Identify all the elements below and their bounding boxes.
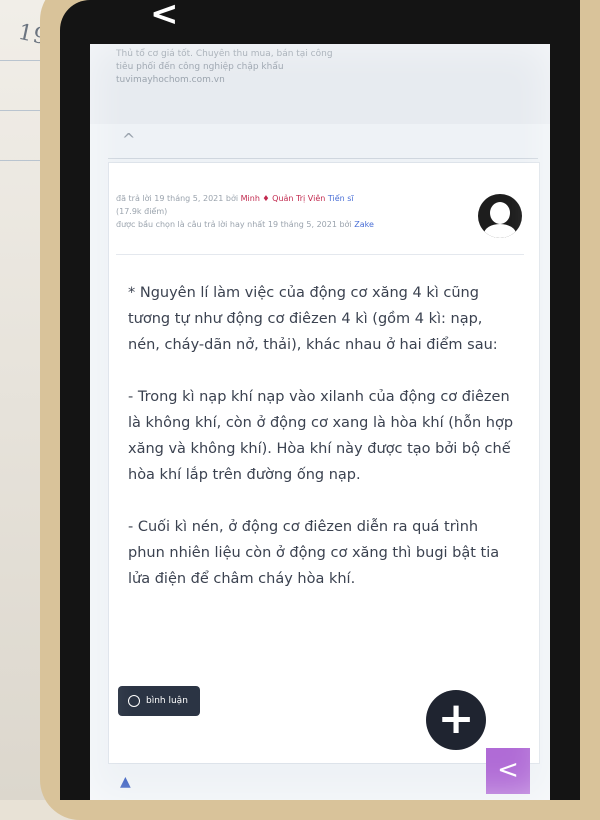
best-answer-note: được bầu chọn là câu trả lời hay nhất 19…	[116, 220, 352, 229]
comment-button-label: bình luận	[146, 696, 188, 706]
answer-paragraph: - Trong kì nạp khí nạp vào xilanh của độ…	[128, 389, 514, 483]
avatar[interactable]	[478, 194, 522, 238]
back-arrow-icon[interactable]: <	[150, 0, 179, 34]
comment-button[interactable]: bình luận	[118, 686, 200, 716]
snippet-line: tiêu phối đến công nghiệp chập khẩu	[116, 62, 284, 72]
answer-date: đã trả lời 19 tháng 5, 2021 bởi	[116, 194, 239, 203]
author-points: (17.9k điểm)	[116, 207, 168, 216]
bottom-nav: ▲	[90, 770, 486, 800]
add-fab-button[interactable]: +	[426, 690, 486, 750]
avatar-head	[490, 202, 510, 224]
author-link[interactable]: Minh ♦ Quản Trị Viên	[241, 194, 326, 203]
answer-paragraph: - Cuối kì nén, ở động cơ điêzen diễn ra …	[128, 519, 500, 587]
previous-answer-snippet: Thủ tổ cơ giá tốt. Chuyên thu mua, bán t…	[90, 44, 550, 124]
chat-bubble-icon	[128, 695, 140, 707]
answer-meta: đã trả lời 19 tháng 5, 2021 bởi Minh ♦ Q…	[116, 192, 456, 231]
answer-paragraph: * Nguyên lí làm việc của động cơ xăng 4 …	[128, 285, 498, 353]
divider	[116, 254, 524, 255]
snippet-line: tuvimayhochom.com.vn	[116, 75, 225, 85]
chevron-up-icon[interactable]: ^	[122, 130, 135, 149]
home-icon[interactable]: ▲	[120, 774, 131, 790]
side-panel-toggle[interactable]: <	[486, 748, 530, 794]
snippet-line: Thủ tổ cơ giá tốt. Chuyên thu mua, bán t…	[116, 49, 333, 59]
answer-body: * Nguyên lí làm việc của động cơ xăng 4 …	[128, 280, 518, 618]
selector-link[interactable]: Zake	[354, 220, 374, 229]
avatar-shoulders	[484, 224, 516, 238]
author-rank: Tiến sĩ	[327, 194, 354, 203]
collapse-row: ^	[108, 128, 538, 159]
phone-screen: Thủ tổ cơ giá tốt. Chuyên thu mua, bán t…	[90, 44, 550, 800]
